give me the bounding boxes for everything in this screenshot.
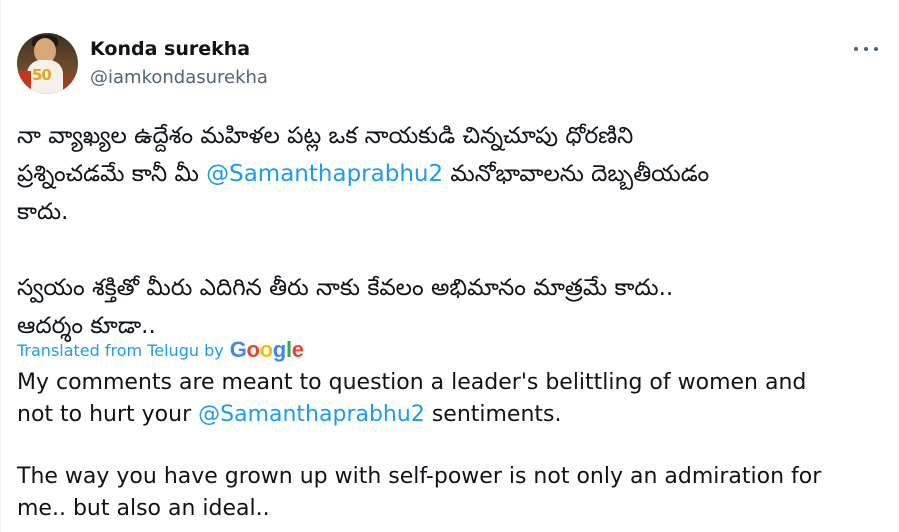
- more-horizontal-icon[interactable]: [854, 44, 878, 54]
- text-segment: ప్రశ్నించడమే కానీ మీ: [17, 161, 207, 187]
- text-line: My comments are meant to question a lead…: [17, 370, 807, 395]
- text-line: me.. but also an ideal..: [17, 496, 270, 521]
- translation-attribution[interactable]: Translated from Telugu by Google: [17, 337, 304, 363]
- author-handle[interactable]: @iamkondasurekha: [90, 67, 268, 89]
- mention-link[interactable]: @Samanthaprabhu2: [198, 402, 425, 427]
- tweet-text-original: నా వ్యాఖ్యల ఉద్దేశం మహిళల పట్ల ఒక నాయకుడ…: [17, 117, 877, 345]
- tweet-header: 50 Konda surekha @iamkondasurekha: [17, 33, 882, 95]
- text-segment: sentiments.: [424, 402, 562, 427]
- mention-link[interactable]: @Samanthaprabhu2: [206, 161, 443, 187]
- more-dot: [864, 47, 868, 51]
- avatar-flag: [17, 71, 31, 94]
- google-logo: Google: [229, 337, 304, 362]
- translation-label: Translated from Telugu by: [17, 340, 224, 360]
- avatar[interactable]: 50: [17, 33, 78, 94]
- text-segment: not to hurt your: [17, 402, 199, 427]
- text-segment: మనోభావాలను దెబ్బతీయడం: [443, 161, 710, 187]
- text-line: ప్రశ్నించడమే కానీ మీ @Samanthaprabhu2 మన…: [17, 155, 877, 193]
- text-line: The way you have grown up with self-powe…: [17, 464, 822, 489]
- text-line: స్వయం శక్తితో మీరు ఎదిగిన తీరు నాకు కేవల…: [17, 275, 674, 301]
- avatar-badge: 50: [32, 66, 52, 84]
- author-name[interactable]: Konda surekha: [90, 38, 250, 60]
- text-line: నా వ్యాఖ్యల ఉద్దేశం మహిళల పట్ల ఒక నాయకుడ…: [17, 123, 634, 149]
- tweet-text-translated: My comments are meant to question a lead…: [17, 367, 877, 525]
- text-line: కాదు.: [17, 199, 69, 225]
- text-line: not to hurt your @Samanthaprabhu2 sentim…: [17, 399, 877, 431]
- more-dot: [874, 47, 878, 51]
- more-dot: [854, 47, 858, 51]
- tweet-card: 50 Konda surekha @iamkondasurekha నా వ్య…: [0, 0, 899, 532]
